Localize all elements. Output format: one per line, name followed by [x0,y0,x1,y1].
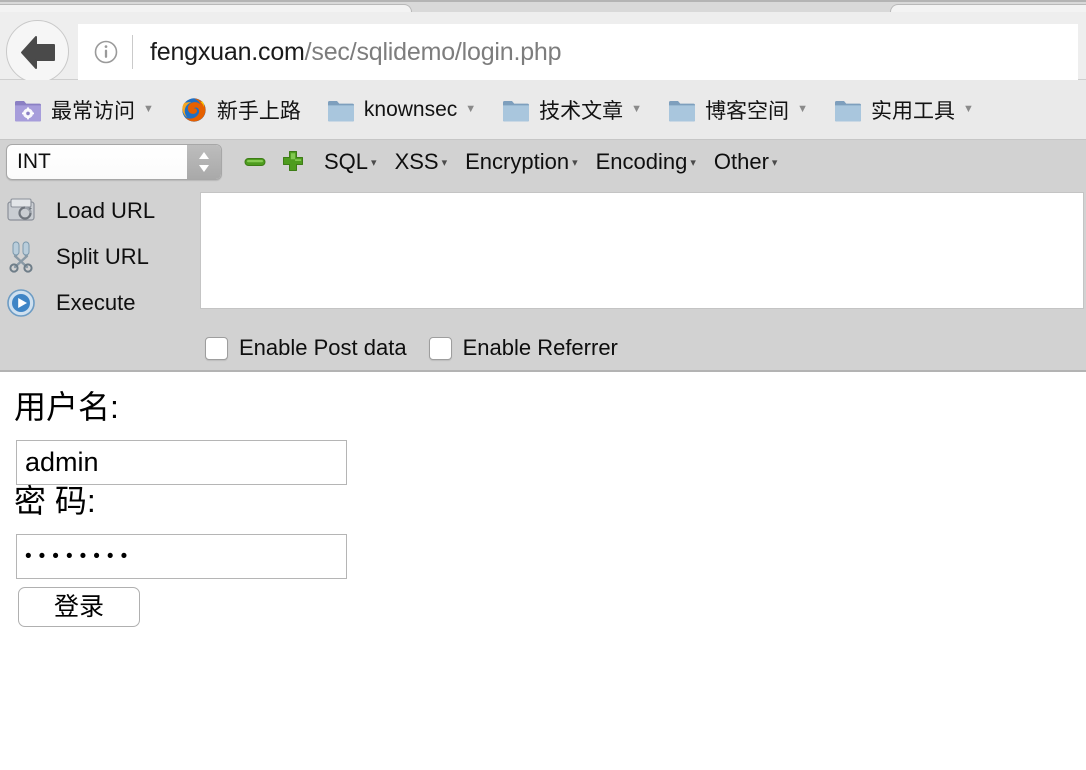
bookmark-shiyonggongju[interactable]: 实用工具 ▼ [834,95,974,125]
menu-label: SQL [324,149,369,174]
firefox-icon [182,97,206,122]
url-path: /sec/sqlidemo/login.php [304,38,562,66]
split-url-icon [9,241,33,273]
password-label: 密 码: [14,483,96,519]
menu-encryption[interactable]: Encryption ▾ [465,149,577,175]
url-divider [132,35,133,69]
load-url-icon [7,198,35,221]
menu-label: Encoding [595,149,688,174]
bookmark-zuichangfangwen[interactable]: 最常访问 ▼ [14,95,154,125]
url-text: fengxuan.com/sec/sqlidemo/login.php [150,35,562,69]
folder-icon [503,100,530,121]
bookmark-label: knownsec [363,97,458,121]
chevron-down-icon: ▾ [572,157,578,169]
chevron-down-icon[interactable]: ▼ [963,104,974,115]
load-url-button[interactable]: Load URL [0,188,196,234]
chevron-down-icon[interactable]: ▼ [143,104,154,115]
browser-chrome: fengxuan.com/sec/sqlidemo/login.php 最常访问… [0,0,1086,140]
bookmark-xinshoushanglu[interactable]: 新手上路 [180,95,301,125]
chevron-down-icon: ▾ [690,157,696,169]
bookmark-label: 新手上路 [216,99,301,123]
hackbar-actions: Load URL Split URL Execute [0,188,196,326]
menu-label: XSS [394,149,439,174]
bookmark-label: 实用工具 [870,99,955,123]
action-label: Execute [56,290,136,315]
bookmark-label: 技术文章 [539,99,624,123]
url-host: fengxuan.com [150,38,305,66]
execute-icon [7,289,35,317]
enable-referrer-checkbox-item[interactable]: Enable Referrer [428,335,618,361]
folder-icon [834,100,861,121]
hackbar-checkbox-row: Enable Post data Enable Referrer [205,335,640,361]
menu-sql[interactable]: SQL ▾ [324,149,377,175]
enable-post-data-label: Enable Post data [239,335,407,360]
plus-icon[interactable] [280,149,306,175]
hackbar-toolbar: INT SQL ▾ XSS ▾ Encryption ▾ Encoding ▾ Othe… [0,140,1086,184]
menu-xss[interactable]: XSS ▾ [395,149,448,175]
hackbar-panel: INT SQL ▾ XSS ▾ Encryption ▾ Encoding ▾ Othe… [0,140,1086,372]
hackbar-textarea[interactable] [200,192,1084,309]
menu-label: Encryption [465,149,570,174]
menu-encoding[interactable]: Encoding ▾ [596,149,696,175]
enable-referrer-checkbox[interactable] [428,336,452,360]
browser-tab[interactable] [890,4,1086,12]
page-content: 用户名: admin 密 码: •••••••• 登录 [0,374,1086,770]
chevron-down-icon[interactable]: ▼ [465,104,476,115]
chevron-down-icon: ▾ [371,157,377,169]
url-bar[interactable]: fengxuan.com/sec/sqlidemo/login.php [78,24,1078,80]
chevron-down-icon: ▾ [441,157,448,169]
bookmark-label: 博客空间 [705,99,790,123]
split-url-button[interactable]: Split URL [0,234,196,280]
menu-label: Other [713,149,769,174]
minus-icon[interactable] [242,149,268,175]
chevron-down-icon: ▾ [771,157,778,169]
back-arrow-icon [21,36,55,69]
browser-tab[interactable] [0,4,412,12]
username-input[interactable]: admin [16,440,347,485]
folder-gear-icon [15,100,41,121]
action-label: Load URL [56,198,156,223]
chevron-down-icon[interactable]: ▼ [631,104,642,115]
enable-post-data-checkbox[interactable] [205,336,228,360]
execute-button[interactable]: Execute [0,280,196,326]
tab-strip[interactable] [0,0,1086,12]
enable-referrer-label: Enable Referrer [462,335,618,360]
chevron-down-icon[interactable]: ▼ [797,104,808,115]
username-label: 用户名: [14,389,119,425]
menu-other[interactable]: Other ▾ [714,149,778,175]
back-button[interactable] [6,20,69,83]
type-select-value: INT [17,150,51,173]
password-input[interactable]: •••••••• [16,534,347,579]
info-icon[interactable] [94,40,118,64]
navigation-toolbar: fengxuan.com/sec/sqlidemo/login.php [0,12,1086,83]
enable-post-data-checkbox-item[interactable]: Enable Post data [205,335,407,361]
login-button[interactable]: 登录 [18,587,140,627]
type-select[interactable]: INT [6,144,222,180]
folder-icon [669,100,696,121]
bookmark-bokekongjian[interactable]: 博客空间 ▼ [668,95,808,125]
stepper-chevrons [199,152,209,172]
bookmarks-bar: 最常访问 ▼ 新手上路 knownsec ▼ 技术文章 ▼ 博客空间 ▼ 实用工… [0,80,1086,140]
updown-stepper-icon[interactable] [187,145,221,179]
bookmark-label: 最常访问 [51,99,135,123]
folder-icon [327,100,354,121]
bookmark-jishuwenzhang[interactable]: 技术文章 ▼ [502,95,642,125]
bookmark-knownsec[interactable]: knownsec ▼ [327,97,476,123]
action-label: Split URL [56,244,149,269]
